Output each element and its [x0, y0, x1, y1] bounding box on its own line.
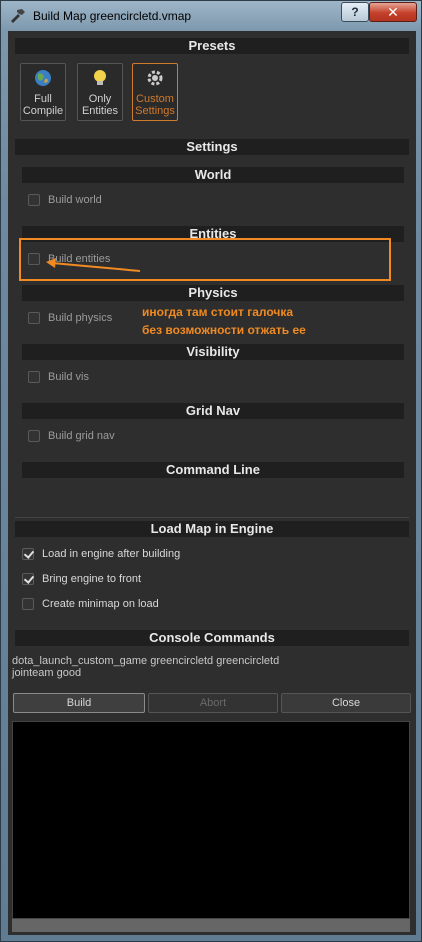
load-after-build-row[interactable]: Load in engine after building: [22, 546, 180, 562]
build-output-log[interactable]: [12, 721, 410, 919]
build-physics-label: Build physics: [48, 312, 113, 324]
hammer-icon: [11, 9, 25, 23]
horizontal-scrollbar[interactable]: [12, 919, 410, 932]
preset-label: Compile: [22, 105, 64, 117]
globe-icon: [35, 70, 51, 86]
grid-nav-header: Grid Nav: [22, 403, 404, 419]
build-physics-checkbox[interactable]: [28, 312, 40, 324]
annotation-line: без возможности отжать ее: [142, 323, 306, 337]
preset-label: Custom: [136, 93, 174, 105]
build-grid-nav-label: Build grid nav: [48, 430, 115, 442]
lightbulb-icon: [94, 70, 106, 85]
abort-button[interactable]: Abort: [148, 693, 278, 713]
close-window-button[interactable]: ✕: [369, 2, 417, 22]
help-button[interactable]: ?: [341, 2, 369, 22]
bring-to-front-checkbox[interactable]: [22, 573, 34, 585]
bring-to-front-row[interactable]: Bring engine to front: [22, 571, 141, 587]
build-world-row[interactable]: Build world: [28, 192, 102, 208]
build-grid-nav-checkbox[interactable]: [28, 430, 40, 442]
build-world-label: Build world: [48, 194, 102, 206]
build-physics-row[interactable]: Build physics: [28, 310, 112, 326]
title-bar[interactable]: Build Map greencircletd.vmap ? ✕: [1, 1, 421, 31]
create-minimap-label: Create minimap on load: [42, 598, 159, 610]
annotation-arrow-icon: [46, 258, 141, 272]
build-vis-checkbox[interactable]: [28, 371, 40, 383]
window-title: Build Map greencircletd.vmap: [33, 9, 192, 23]
console-commands-header: Console Commands: [15, 630, 409, 646]
console-command-line: jointeam good: [12, 667, 82, 679]
dialog-client-area: Presets Full Compile Only Entities Custo…: [8, 31, 416, 935]
preset-label: Full: [34, 93, 52, 105]
preset-label: Entities: [81, 105, 119, 117]
build-map-window: Build Map greencircletd.vmap ? ✕ Presets…: [0, 0, 422, 942]
preset-only-entities[interactable]: Only Entities: [77, 63, 123, 121]
divider: [15, 517, 409, 518]
console-command-line: dota_launch_custom_game greencircletd gr…: [12, 655, 280, 667]
console-commands-text[interactable]: dota_launch_custom_game greencircletd gr…: [12, 655, 279, 679]
build-vis-row[interactable]: Build vis: [28, 369, 89, 385]
build-grid-nav-row[interactable]: Build grid nav: [28, 428, 115, 444]
annotation-line: иногда там стоит галочка: [142, 305, 294, 319]
build-world-checkbox[interactable]: [28, 194, 40, 206]
gear-icon: [147, 70, 163, 86]
presets-header: Presets: [15, 38, 409, 54]
settings-header: Settings: [15, 139, 409, 155]
create-minimap-row[interactable]: Create minimap on load: [22, 596, 159, 612]
preset-custom-settings[interactable]: Custom Settings: [132, 63, 178, 121]
annotation-text: иногда там стоит галочка без возможности…: [142, 303, 306, 339]
command-line-header: Command Line: [22, 462, 404, 478]
close-button[interactable]: Close: [281, 693, 411, 713]
build-button[interactable]: Build: [13, 693, 145, 713]
preset-label: Only: [88, 93, 112, 105]
load-after-build-checkbox[interactable]: [22, 548, 34, 560]
visibility-header: Visibility: [22, 344, 404, 360]
build-vis-label: Build vis: [48, 371, 89, 383]
load-after-build-label: Load in engine after building: [42, 548, 181, 560]
preset-label: Settings: [135, 105, 175, 117]
load-map-header: Load Map in Engine: [15, 521, 409, 537]
create-minimap-checkbox[interactable]: [22, 598, 34, 610]
preset-full-compile[interactable]: Full Compile: [20, 63, 66, 121]
world-header: World: [22, 167, 404, 183]
bring-to-front-label: Bring engine to front: [42, 573, 142, 585]
physics-header: Physics: [22, 285, 404, 301]
